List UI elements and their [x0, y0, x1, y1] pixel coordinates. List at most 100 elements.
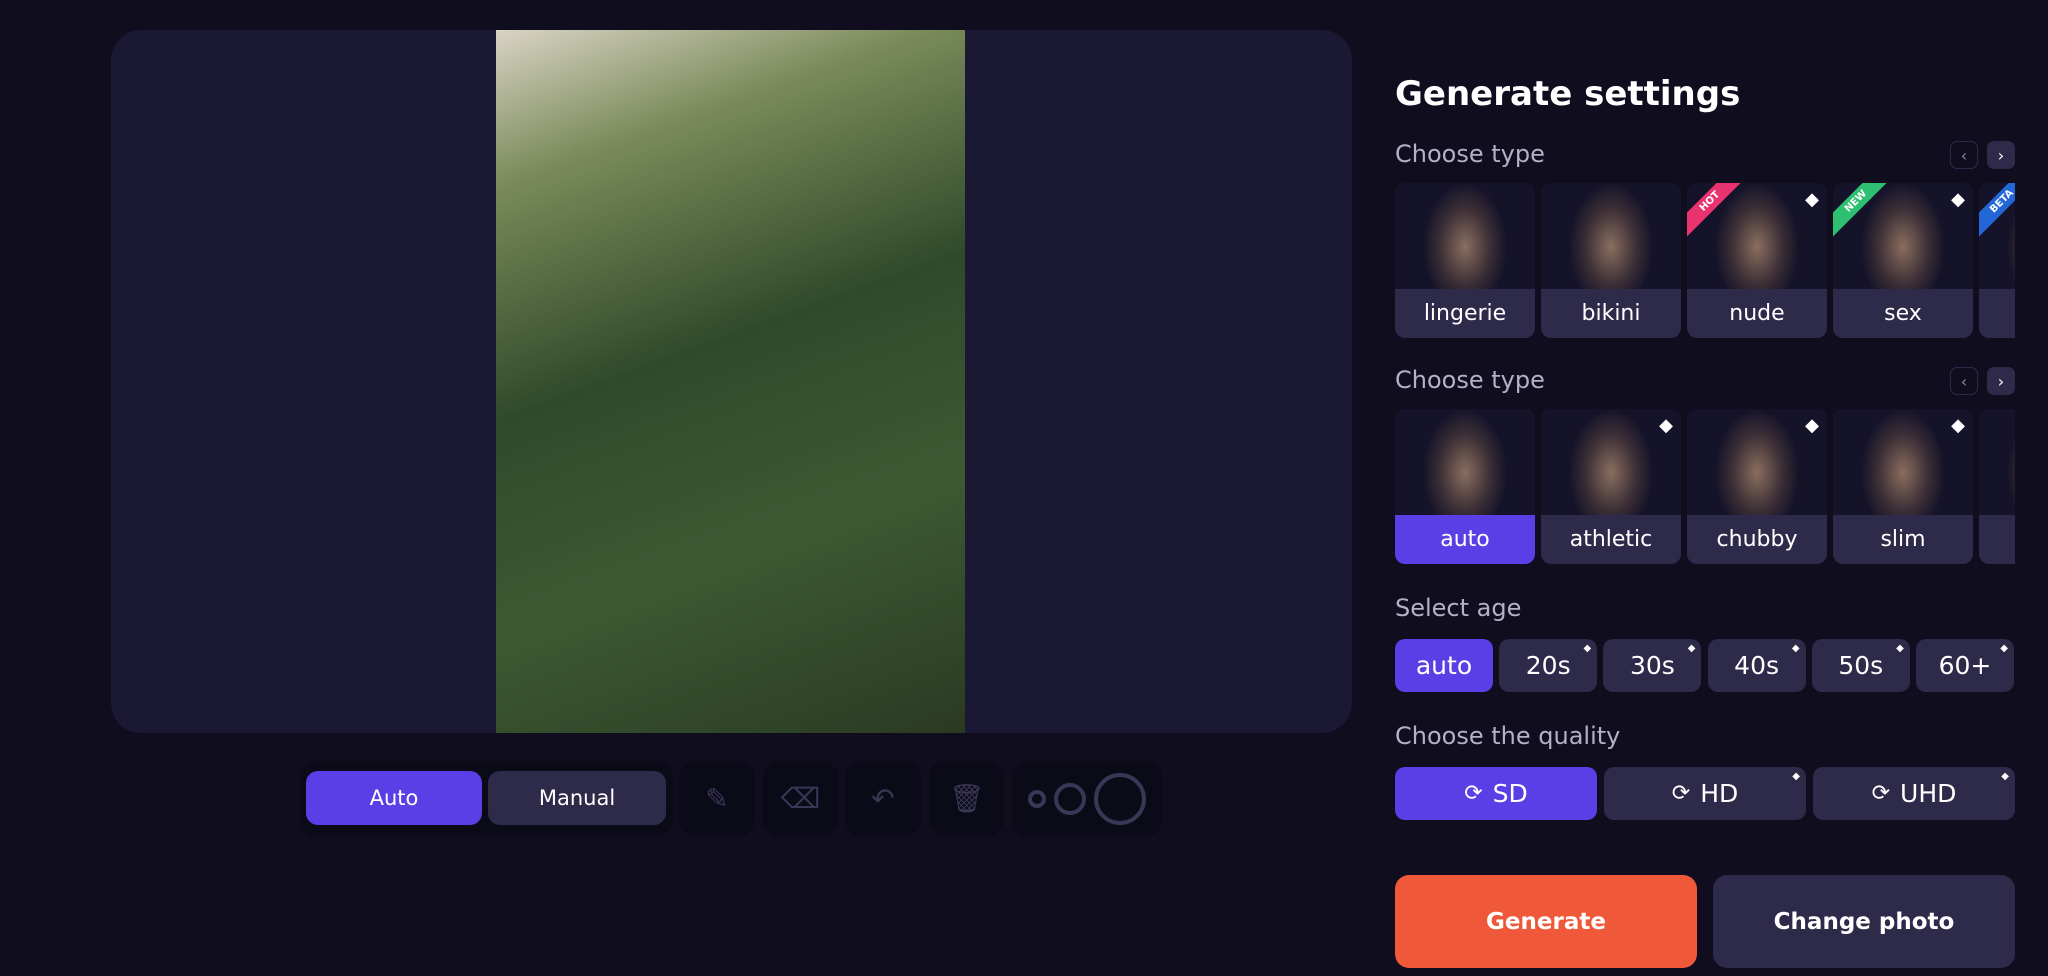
type-card-label: chubby [1687, 515, 1827, 564]
type1-carousel: lingerie bikini HOT ◆ nude NEW ◆ sex BETA [1395, 183, 2015, 338]
brush-button[interactable]: ✎ [679, 761, 755, 836]
type-card-label: sex [1833, 289, 1973, 338]
type-thumbnail: ◆ [1541, 409, 1681, 515]
undo-icon: ↶ [871, 782, 895, 815]
chevron-right-icon: › [1997, 371, 2005, 391]
diamond-icon: ◆ [2000, 643, 2008, 654]
diamond-icon: ◆ [1792, 771, 1800, 782]
brush-size-medium[interactable] [1054, 782, 1086, 815]
type-thumbnail: ◆ [1833, 409, 1973, 515]
type-card-label [1979, 515, 2015, 564]
chevron-right-icon: › [1997, 145, 2005, 165]
type-thumbnail: HOT ◆ [1687, 183, 1827, 289]
badge-ribbon: HOT [1687, 183, 1748, 240]
type2-carousel: auto ◆ athletic ◆ chubby ◆ slim [1395, 409, 2015, 564]
refresh-icon: ⟳ [1671, 781, 1691, 806]
type-thumbnail [1395, 183, 1535, 289]
type1-prev-button[interactable]: ‹ [1950, 141, 1978, 169]
type1-next-button[interactable]: › [1987, 141, 2015, 169]
type-card-label: auto [1395, 515, 1535, 564]
quality-option[interactable]: ⟳ SD [1395, 767, 1597, 820]
brush-icon: ✎ [705, 782, 729, 815]
type-card[interactable]: ◆ slim [1833, 409, 1973, 564]
diamond-icon: ◆ [1951, 189, 1965, 210]
type-thumbnail: NEW ◆ [1833, 183, 1973, 289]
quality-option-label: HD [1700, 779, 1739, 808]
quality-option-label: UHD [1900, 779, 1957, 808]
type-card[interactable]: ◆ chubby [1687, 409, 1827, 564]
type-card-label: bikini [1541, 289, 1681, 338]
change-photo-button[interactable]: Change photo [1713, 875, 2015, 968]
image-canvas[interactable] [111, 30, 1352, 733]
refresh-icon: ⟳ [1464, 781, 1483, 806]
mode-manual-button[interactable]: Manual [488, 771, 666, 825]
type-card[interactable]: BETA [1979, 183, 2015, 338]
badge-ribbon: NEW [1833, 183, 1894, 240]
type-thumbnail: ◆ [1687, 409, 1827, 515]
delete-button[interactable]: 🗑 [929, 761, 1004, 836]
trash-icon: 🗑 [948, 782, 985, 815]
diamond-icon: ◆ [1951, 415, 1965, 436]
quality-option[interactable]: ⟳ HD ◆ [1604, 767, 1806, 820]
diamond-icon: ◆ [1805, 189, 1819, 210]
type-card-label: lingerie [1395, 289, 1535, 338]
quality-option-label: SD [1492, 779, 1528, 808]
diamond-icon: ◆ [1583, 643, 1592, 654]
type-card[interactable]: HOT ◆ nude [1687, 183, 1827, 338]
eraser-button[interactable]: ⌫ [763, 761, 838, 836]
type-thumbnail [1979, 409, 2015, 515]
age-label: Select age [1395, 594, 1522, 622]
eraser-icon: ⌫ [780, 782, 821, 815]
mode-auto-button[interactable]: Auto [306, 771, 482, 825]
chevron-left-icon: ‹ [1960, 371, 1968, 391]
diamond-icon: ◆ [1659, 415, 1673, 436]
type2-prev-button[interactable]: ‹ [1950, 367, 1978, 395]
age-option[interactable]: 60+ ◆ [1916, 639, 2014, 692]
age-option[interactable]: 40s ◆ [1707, 639, 1806, 692]
refresh-icon: ⟳ [1871, 781, 1891, 806]
type-card-label: nude [1687, 289, 1827, 338]
age-option-label: 20s [1525, 651, 1571, 680]
type-card[interactable]: ◆ athletic [1541, 409, 1681, 564]
type-card[interactable] [1979, 409, 2015, 564]
settings-title: Generate settings [1395, 74, 1741, 114]
type-thumbnail [1541, 183, 1681, 289]
age-option-label: 60+ [1938, 651, 1992, 680]
type-card-label: slim [1833, 515, 1973, 564]
age-option-label: 30s [1629, 651, 1675, 680]
type-card[interactable]: NEW ◆ sex [1833, 183, 1973, 338]
diamond-icon: ◆ [1687, 643, 1696, 654]
type2-next-button[interactable]: › [1987, 367, 2015, 395]
generate-button[interactable]: Generate [1395, 875, 1697, 968]
type-thumbnail: BETA [1979, 183, 2015, 289]
diamond-icon: ◆ [1805, 415, 1819, 436]
undo-button[interactable]: ↶ [845, 761, 921, 836]
type-card[interactable]: bikini [1541, 183, 1681, 338]
diamond-icon: ◆ [1791, 643, 1800, 654]
age-option[interactable]: auto [1395, 639, 1493, 692]
type-card-label [1979, 289, 2015, 338]
diamond-icon: ◆ [1896, 643, 1904, 654]
age-option-label: auto [1415, 651, 1473, 680]
type-card[interactable]: auto [1395, 409, 1535, 564]
type2-label: Choose type [1395, 366, 1545, 394]
badge-ribbon: BETA [1979, 183, 2015, 240]
brush-size-large[interactable] [1094, 772, 1146, 825]
type1-label: Choose type [1395, 140, 1545, 168]
quality-option[interactable]: ⟳ UHD ◆ [1813, 767, 2015, 820]
age-option-label: 40s [1734, 651, 1780, 680]
age-option[interactable]: 30s ◆ [1603, 639, 1702, 692]
chevron-left-icon: ‹ [1960, 145, 1968, 165]
brush-size-small[interactable] [1028, 789, 1046, 808]
uploaded-photo[interactable] [496, 30, 965, 733]
mode-toggle: Auto Manual [300, 761, 673, 836]
age-option[interactable]: 50s ◆ [1811, 639, 1910, 692]
quality-label: Choose the quality [1395, 722, 1621, 750]
age-option[interactable]: 20s ◆ [1499, 639, 1598, 692]
type-card-label: athletic [1541, 515, 1681, 564]
age-option-label: 50s [1838, 651, 1884, 680]
type-card[interactable]: lingerie [1395, 183, 1535, 338]
diamond-icon: ◆ [2001, 771, 2009, 782]
brush-size-selector [1012, 761, 1162, 836]
type-thumbnail [1395, 409, 1535, 515]
